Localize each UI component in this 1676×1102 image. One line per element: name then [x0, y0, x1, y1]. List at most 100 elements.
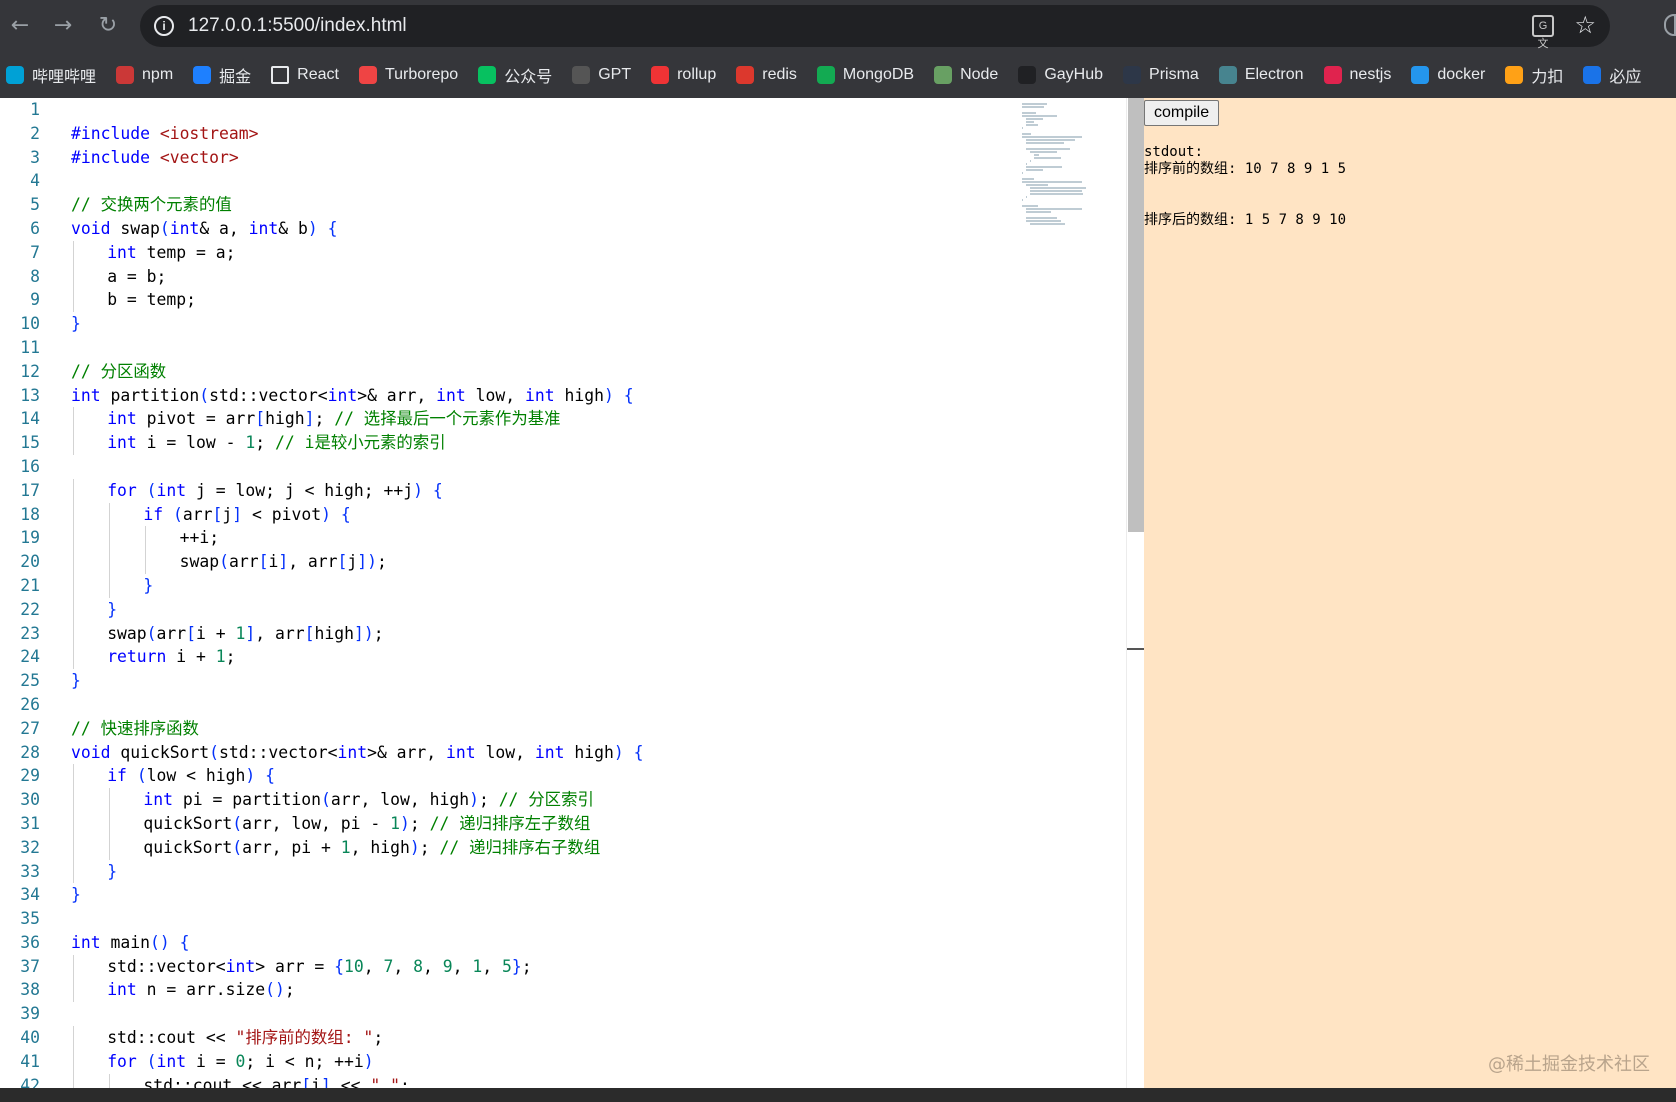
code-token: 1 [215, 647, 226, 667]
bookmark-item[interactable]: 公众号 [478, 60, 552, 90]
code-line[interactable]: 15 int i = low - 1; // i是较小元素的索引 [0, 431, 1016, 455]
code-line[interactable]: 37 std::vector<int> arr = {10, 7, 8, 9, 1… [0, 954, 1016, 979]
translate-icon[interactable]: G文 [1532, 15, 1554, 50]
code-lines[interactable]: 1 2 #include <iostream> 3 #include <vector> 4… [0, 98, 1016, 1088]
code-line[interactable]: 25} [0, 669, 1016, 693]
code-line[interactable]: 11 [0, 336, 1016, 360]
bookmark-item[interactable]: Electron [1218, 60, 1304, 90]
address-bar[interactable]: i 127.0.0.1:5500/index.html G文 ☆ [140, 5, 1610, 50]
code-line[interactable]: 7 int temp = a; [0, 240, 1016, 265]
code-line[interactable]: 19 ++i; [0, 526, 1016, 551]
site-info-icon[interactable]: i [154, 16, 174, 36]
code-line[interactable]: 5 // 交换两个元素的值 [0, 193, 1016, 217]
bookmark-item[interactable]: 哔哩哔哩 [6, 60, 96, 90]
code-line[interactable]: 42 std::cout << arr[i] << " "; [0, 1073, 1016, 1088]
bookmark-item[interactable]: 必应 [1583, 60, 1641, 90]
bookmark-label: rollup [677, 66, 717, 83]
code-line[interactable]: 34} [0, 883, 1016, 907]
code-token: [ [186, 623, 197, 643]
code-line[interactable]: 13 int partition(std::vector<int>& arr, i… [0, 384, 1016, 408]
bookmark-item[interactable]: 掘金 [193, 60, 251, 90]
code-line[interactable]: 32 quickSort(arr, pi + 1, high); // 递归排序右… [0, 835, 1016, 860]
code-token: i [268, 552, 279, 572]
bookmark-item[interactable]: GayHub [1018, 60, 1103, 90]
indent-guide [73, 478, 74, 503]
bookmark-item[interactable]: Node [934, 60, 998, 90]
code-token: i + [166, 647, 216, 667]
code-line[interactable]: 31 quickSort(arr, low, pi - 1); // 递归排序左子… [0, 811, 1016, 836]
code-line[interactable]: 2 #include <iostream> [0, 122, 1016, 146]
code-line[interactable]: 23 swap(arr[i + 1], arr[high]); [0, 621, 1016, 646]
code-line[interactable]: 30 int pi = partition(arr, low, high); //… [0, 788, 1016, 812]
arrow-right-icon[interactable]: → [47, 10, 79, 42]
bookmark-item[interactable]: React [271, 60, 339, 90]
indent-guide [73, 288, 74, 313]
code-line[interactable]: 27 // 快速排序函数 [0, 717, 1016, 741]
code-line[interactable]: 14 int pivot = arr[high]; // 选择最后一个元素作为基准 [0, 407, 1016, 432]
code-line[interactable]: 26 [0, 693, 1016, 717]
reload-icon[interactable]: ↻ [92, 10, 124, 42]
url-text[interactable]: 127.0.0.1:5500/index.html [188, 15, 407, 37]
minimap-line [1026, 163, 1028, 165]
code-line[interactable]: 41 for (int i = 0; i < n; ++i) [0, 1049, 1016, 1074]
code-token: ) [603, 385, 614, 405]
code-line[interactable]: 3 #include <vector> [0, 146, 1016, 170]
code-line[interactable]: 6 void swap(int& a, int& b) { [0, 217, 1016, 241]
code-token: #include [71, 123, 150, 143]
code-line[interactable]: 10} [0, 312, 1016, 336]
bookmark-item[interactable]: GPT [572, 60, 631, 90]
bookmark-item[interactable]: nestjs [1323, 60, 1391, 90]
code-line[interactable]: 8 a = b; [0, 264, 1016, 289]
bookmark-item[interactable]: 力扣 [1505, 60, 1563, 90]
profile-icon[interactable] [1664, 14, 1676, 36]
bookmark-item[interactable]: Prisma [1123, 60, 1199, 90]
code-line[interactable]: 16 [0, 455, 1016, 479]
code-token: 1 [235, 623, 246, 643]
editor-scrollbar[interactable] [1126, 98, 1145, 1088]
line-number: 19 [20, 528, 40, 548]
bookmark-item[interactable]: rollup [651, 60, 716, 90]
bookmark-item[interactable]: npm [116, 60, 173, 90]
editor-minimap[interactable] [1022, 100, 1092, 225]
code-token: std::vector< [219, 742, 338, 762]
code-token: >& arr, [367, 742, 447, 762]
line-source: swap(arr[i + 1], arr[high]); [107, 622, 383, 646]
code-token: int [107, 409, 137, 429]
compile-button[interactable]: compile [1144, 100, 1220, 126]
code-line[interactable]: 4 [0, 169, 1016, 193]
bookmark-item[interactable]: MongoDB [816, 60, 914, 90]
bookmark-item[interactable]: Turborepo [358, 60, 458, 90]
code-token: void [71, 742, 111, 762]
bookmark-item[interactable]: redis [736, 60, 797, 90]
code-token: arr [156, 623, 187, 643]
bookmark-item[interactable]: docker [1411, 60, 1485, 90]
code-line[interactable]: 1 [0, 98, 1016, 122]
code-line[interactable]: 33} [0, 859, 1016, 884]
code-line[interactable]: 17 for (int j = low; j < high; ++j) { [0, 478, 1016, 503]
code-line[interactable]: 39 [0, 1002, 1016, 1026]
code-line[interactable]: 22} [0, 597, 1016, 622]
code-line[interactable]: 21} [0, 573, 1016, 598]
folder-icon [271, 66, 290, 84]
code-line[interactable]: 40 std::cout << "排序前的数组: "; [0, 1026, 1016, 1050]
code-token: ( [136, 766, 147, 786]
indent-guide [73, 240, 74, 265]
code-token: { [327, 218, 338, 238]
code-line[interactable]: 20 swap(arr[i], arr[j]); [0, 550, 1016, 574]
code-line[interactable]: 12 // 分区函数 [0, 360, 1016, 384]
code-line[interactable]: 24 return i + 1; [0, 645, 1016, 670]
code-line[interactable]: 36 int main() { [0, 931, 1016, 955]
code-editor[interactable]: 1 2 #include <iostream> 3 #include <vector> 4… [0, 98, 1128, 1088]
scrollbar-thumb[interactable] [1128, 98, 1144, 532]
bookmark-star-icon[interactable]: ☆ [1574, 11, 1596, 39]
code-line[interactable]: 29 if (low < high) { [0, 764, 1016, 789]
code-line[interactable]: 18 if (arr[j] < pivot) { [0, 502, 1016, 527]
code-line[interactable]: 38 int n = arr.size(); [0, 978, 1016, 1003]
code-line[interactable]: 28 void quickSort(std::vector<int>& arr, … [0, 741, 1016, 765]
arrow-left-icon[interactable]: ← [4, 10, 36, 42]
code-line[interactable]: 9 b = temp; [0, 288, 1016, 313]
code-line[interactable]: 35 [0, 907, 1016, 931]
